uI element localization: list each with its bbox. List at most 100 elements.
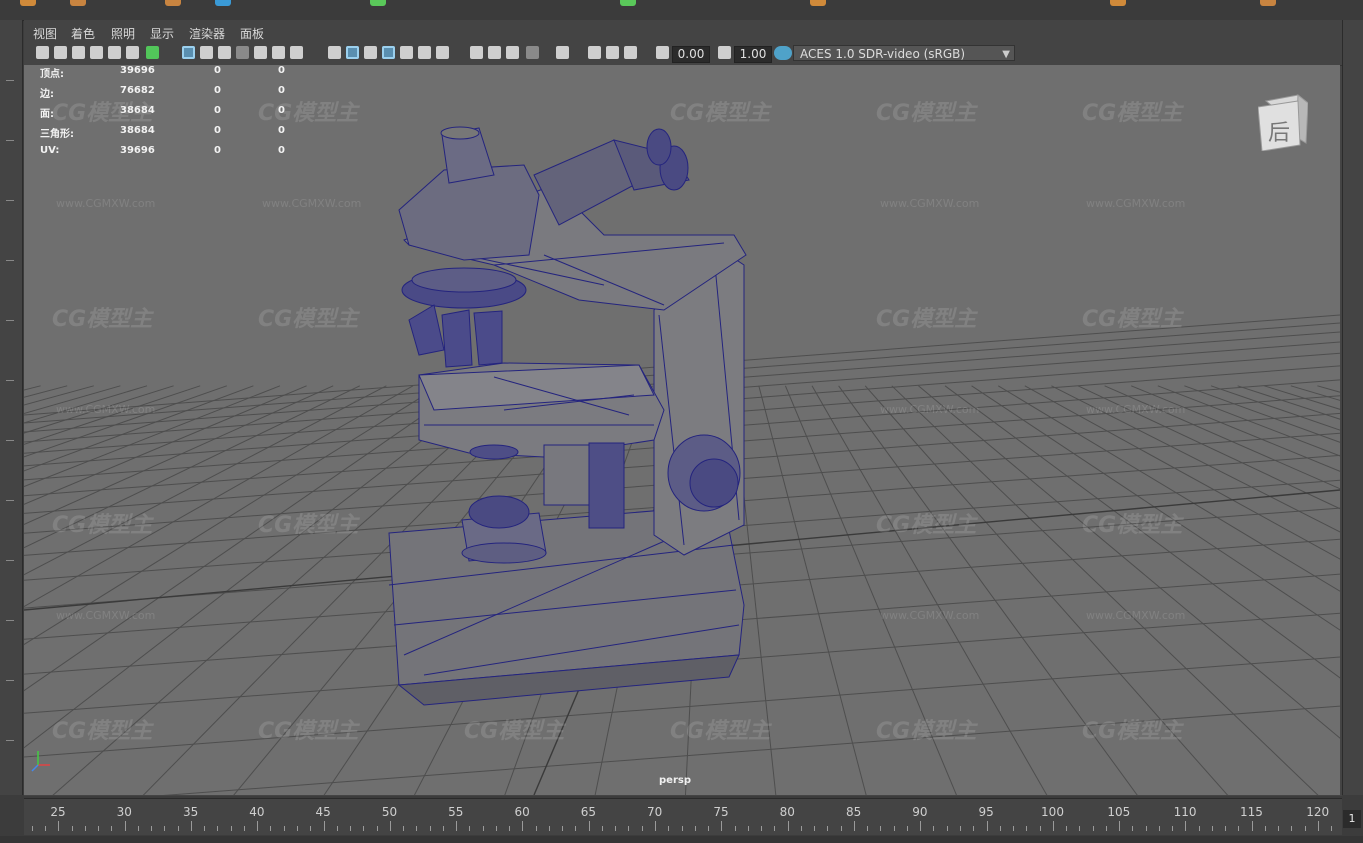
field-chart-icon[interactable] xyxy=(254,46,267,59)
time-slider-tick xyxy=(1105,826,1107,831)
time-slider-tick xyxy=(999,826,1001,831)
safe-action-icon[interactable] xyxy=(272,46,285,59)
time-slider-tick xyxy=(1278,826,1280,831)
color-space-label: ACES 1.0 SDR-video (sRGB) xyxy=(800,47,966,61)
time-slider-tick xyxy=(681,826,683,831)
color-space-dropdown[interactable]: ACES 1.0 SDR-video (sRGB) ▼ xyxy=(793,45,1015,61)
menu-renderer[interactable]: 渲染器 xyxy=(189,25,225,42)
time-slider-label: 60 xyxy=(514,805,530,819)
shelf-icon[interactable] xyxy=(620,0,636,6)
gamma-icon[interactable] xyxy=(718,46,731,59)
time-slider-tick xyxy=(933,826,935,831)
camera-name-label: persp xyxy=(659,775,691,786)
time-slider-tick xyxy=(721,821,723,831)
two-d-pan-icon[interactable] xyxy=(108,46,121,59)
shelf-icon[interactable] xyxy=(165,0,181,6)
watermark-logo: CG模型主 xyxy=(52,513,153,538)
time-slider-tick xyxy=(151,826,153,831)
time-slider-tick xyxy=(1172,826,1174,831)
watermark-logo: CG模型主 xyxy=(876,719,977,744)
watermark-logo: CG模型主 xyxy=(670,719,771,744)
shelf-icon[interactable] xyxy=(1260,0,1276,6)
film-gate-icon[interactable] xyxy=(200,46,213,59)
time-slider-tick xyxy=(668,826,670,831)
image-plane-icon[interactable] xyxy=(90,46,103,59)
menu-panels[interactable]: 面板 xyxy=(240,25,264,42)
time-slider-label: 95 xyxy=(978,805,994,819)
isolate-select-icon[interactable] xyxy=(556,46,569,59)
depth-of-field-icon[interactable] xyxy=(526,46,539,59)
safe-title-icon[interactable] xyxy=(290,46,303,59)
resolution-gate-icon[interactable] xyxy=(218,46,231,59)
shelf-icon[interactable] xyxy=(20,0,36,6)
time-slider-tick xyxy=(111,826,113,831)
time-slider-tick xyxy=(137,826,139,831)
grid-icon[interactable] xyxy=(182,46,195,59)
perspective-viewport[interactable]: CG模型主 CG模型主 CG模型主 CG模型主 CG模型主 www.CGMXW.… xyxy=(24,65,1340,795)
time-slider-tick xyxy=(562,826,564,831)
camera-attributes-icon[interactable] xyxy=(54,46,67,59)
time-slider-tick xyxy=(1225,826,1227,831)
time-slider-label: 110 xyxy=(1173,805,1197,819)
time-slider-tick xyxy=(376,826,378,831)
time-slider-label: 30 xyxy=(116,805,132,819)
time-slider-tick xyxy=(243,826,245,831)
screen-space-ao-icon[interactable] xyxy=(470,46,483,59)
time-slider-tick xyxy=(1331,826,1333,831)
top-shelf-strip xyxy=(0,0,1363,21)
shelf-icon[interactable] xyxy=(810,0,826,6)
gamma-field[interactable]: 1.00 xyxy=(734,46,772,63)
menu-lighting[interactable]: 照明 xyxy=(111,25,135,42)
time-slider-tick xyxy=(1158,826,1160,831)
time-slider-tick xyxy=(1198,826,1200,831)
time-slider-tick xyxy=(906,826,908,831)
anti-aliasing-icon[interactable] xyxy=(506,46,519,59)
time-slider-tick xyxy=(1304,826,1306,831)
xray-icon[interactable] xyxy=(588,46,601,59)
view-cube[interactable]: 后 xyxy=(1257,93,1310,152)
bookmark-icon[interactable] xyxy=(72,46,85,59)
watermark-logo: CG模型主 xyxy=(258,101,359,126)
color-management-icon[interactable] xyxy=(774,46,792,60)
shelf-icon[interactable] xyxy=(370,0,386,6)
menu-shading[interactable]: 着色 xyxy=(71,25,95,42)
watermark-url: www.CGMXW.com xyxy=(880,197,980,210)
time-slider-tick xyxy=(164,826,166,831)
time-slider[interactable]: 25 30 35 40 45 50 55 60 65 70 75 80 85 90 95 100 105 110 1… xyxy=(24,798,1342,835)
xray-active-icon[interactable] xyxy=(624,46,637,59)
exposure-icon[interactable] xyxy=(656,46,669,59)
motion-blur-icon[interactable] xyxy=(488,46,501,59)
shadows-icon[interactable] xyxy=(436,46,449,59)
menu-show[interactable]: 显示 xyxy=(150,25,174,42)
textured-icon[interactable] xyxy=(400,46,413,59)
time-slider-label: 70 xyxy=(647,805,663,819)
bottom-strip xyxy=(0,836,1363,843)
gate-mask-icon[interactable] xyxy=(236,46,249,59)
shelf-icon[interactable] xyxy=(1110,0,1126,6)
xray-joints-icon[interactable] xyxy=(606,46,619,59)
time-slider-tick xyxy=(124,821,126,831)
time-slider-tick xyxy=(1185,821,1187,831)
wireframe-on-shaded-icon[interactable] xyxy=(382,46,395,59)
menu-view[interactable]: 视图 xyxy=(33,25,57,42)
wireframe-icon[interactable] xyxy=(328,46,341,59)
lights-icon[interactable] xyxy=(418,46,431,59)
time-slider-label: 90 xyxy=(912,805,928,819)
pencil-icon[interactable] xyxy=(146,46,159,59)
watermark-logo: CG模型主 xyxy=(876,101,977,126)
grease-pencil-icon[interactable] xyxy=(126,46,139,59)
watermark-url: www.CGMXW.com xyxy=(56,197,156,210)
camera-select-icon[interactable] xyxy=(36,46,49,59)
time-slider-tick xyxy=(323,821,325,831)
default-material-icon[interactable] xyxy=(364,46,377,59)
time-slider-tick xyxy=(946,826,948,831)
time-slider-tick xyxy=(853,821,855,831)
current-frame-field[interactable]: 1 xyxy=(1343,810,1361,828)
exposure-field[interactable]: 0.00 xyxy=(672,46,710,63)
time-slider-label: 115 xyxy=(1239,805,1263,819)
shelf-icon[interactable] xyxy=(70,0,86,6)
time-slider-tick xyxy=(655,821,656,831)
smooth-shade-icon[interactable] xyxy=(346,46,359,59)
shelf-icon[interactable] xyxy=(215,0,231,6)
watermark-logo: CG模型主 xyxy=(1082,719,1183,744)
